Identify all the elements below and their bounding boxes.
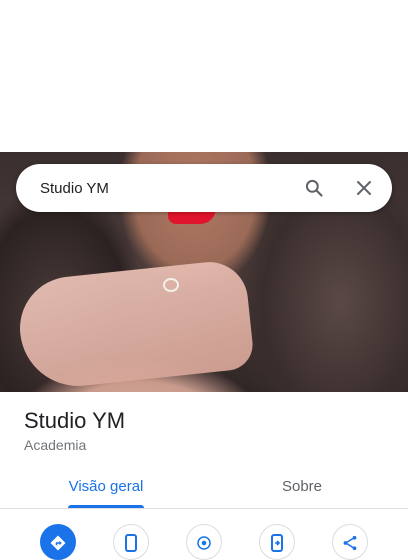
photo-detail-ring <box>163 278 179 292</box>
action-row <box>0 524 408 560</box>
send-to-phone-button[interactable] <box>259 524 295 560</box>
place-category: Academia <box>24 437 87 453</box>
share-button[interactable] <box>332 524 368 560</box>
send-to-phone-icon <box>269 525 285 557</box>
search-input[interactable]: Studio YM <box>40 180 302 197</box>
share-icon <box>341 525 359 557</box>
nearby-button[interactable] <box>186 524 222 560</box>
phone-icon <box>123 525 139 557</box>
tab-overview[interactable]: Visão geral <box>34 464 178 508</box>
search-icon[interactable] <box>302 176 326 200</box>
directions-icon <box>49 525 67 557</box>
close-icon[interactable] <box>352 176 376 200</box>
directions-button[interactable] <box>40 524 76 560</box>
call-button[interactable] <box>113 524 149 560</box>
tab-about[interactable]: Sobre <box>230 464 374 508</box>
tab-bar: Visão geral Sobre <box>0 464 408 509</box>
tab-overview-label: Visão geral <box>68 477 144 495</box>
search-bar[interactable]: Studio YM <box>16 164 392 212</box>
tab-about-label: Sobre <box>281 477 323 495</box>
photo-detail-hand <box>14 258 256 392</box>
nearby-icon <box>195 525 213 557</box>
active-tab-indicator <box>68 505 144 508</box>
place-title: Studio YM <box>24 408 126 433</box>
